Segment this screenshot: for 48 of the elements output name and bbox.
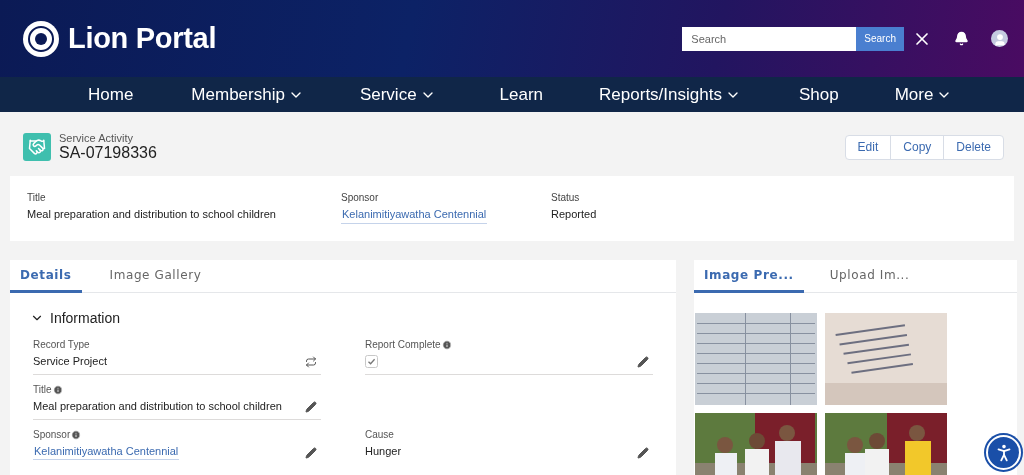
nav-link[interactable]: Membership (191, 84, 304, 105)
field-label: Sponsor (33, 429, 321, 440)
field-label: Record Type (33, 339, 91, 350)
record-type: Service Activity (59, 132, 134, 144)
highlight-label: Title (27, 192, 46, 203)
action-button[interactable]: Delete (943, 135, 1003, 159)
nav-link[interactable]: Home (88, 84, 134, 105)
nav-link[interactable]: Service (359, 84, 436, 105)
tab[interactable]: Image Pre... (694, 260, 804, 293)
highlight-label: Sponsor (341, 192, 379, 203)
nav-link[interactable]: Shop (798, 84, 839, 105)
tab[interactable]: Upload Im... (819, 260, 930, 293)
highlight-label: Status (551, 192, 580, 203)
section-header[interactable]: Information (30, 310, 121, 326)
info-icon (71, 429, 82, 440)
edit-icon[interactable] (637, 356, 649, 368)
nav-link[interactable]: Learn (499, 84, 544, 105)
change-record-type-icon[interactable] (305, 356, 317, 368)
info-icon (441, 339, 452, 350)
sponsor-link[interactable]: Kelanimitiyawatha Centennial (33, 445, 180, 460)
record-name: SA-07198336 (59, 144, 157, 162)
nav-link[interactable]: Reports/Insights (599, 84, 741, 105)
bell-icon[interactable] (954, 31, 969, 46)
field-label: Report Complete (365, 339, 653, 350)
edit-icon[interactable] (637, 447, 649, 459)
nav-link[interactable]: More (894, 84, 953, 105)
highlight-value: Reported (551, 208, 597, 220)
info-icon (52, 384, 63, 395)
highlight-value: Meal preparation and distribution to school children (27, 208, 276, 220)
lion-emblem-icon (22, 19, 60, 58)
field-value: Meal preparation and distribution to school children (33, 400, 282, 412)
accessibility-button[interactable] (986, 435, 1021, 470)
edit-icon[interactable] (305, 401, 317, 413)
search-button[interactable]: Search (856, 26, 904, 51)
field-label: Title (33, 384, 321, 395)
field-value: Hunger (365, 445, 402, 457)
search-field[interactable]: Search (682, 26, 857, 51)
sponsor-link[interactable]: Kelanimitiyawatha Centennial (341, 208, 488, 224)
action-button[interactable]: Edit (845, 135, 891, 159)
portal-title: Lion Portal (68, 22, 217, 55)
field-label: Cause (365, 429, 395, 440)
tab[interactable]: Image Gallery (99, 260, 220, 293)
handshake-icon (23, 133, 51, 161)
edit-icon[interactable] (305, 447, 317, 459)
tab[interactable]: Details (10, 260, 82, 293)
action-button[interactable]: Copy (890, 135, 944, 159)
field-value: Service Project (33, 355, 107, 367)
avatar-icon[interactable] (991, 30, 1008, 47)
